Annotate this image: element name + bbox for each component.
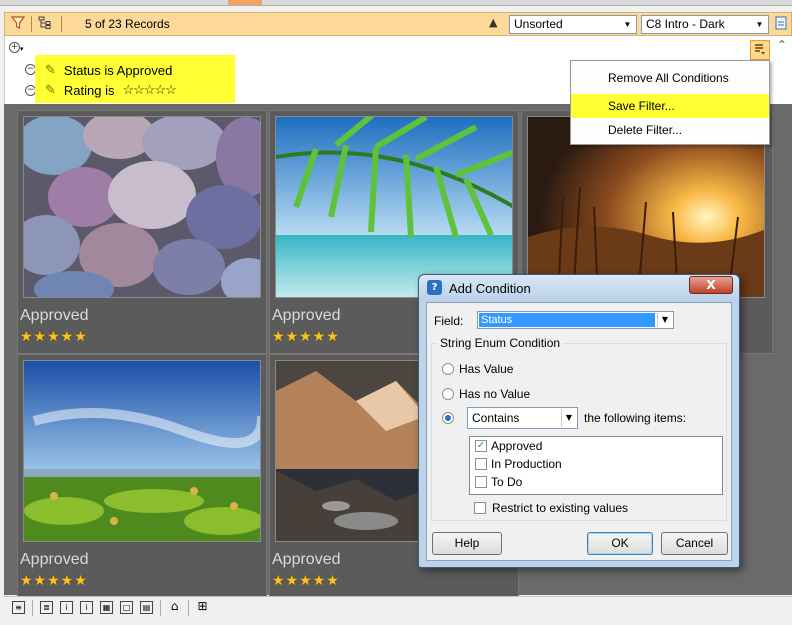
info-view-icon[interactable]: i: [60, 601, 73, 614]
chevron-down-icon: ▼: [620, 17, 635, 32]
match-mode-value: Contains: [472, 411, 520, 425]
item-checkbox-approved[interactable]: ✓: [475, 440, 487, 452]
item-label: To Do: [491, 475, 523, 489]
sort-dropdown[interactable]: Unsorted ▼: [509, 15, 637, 34]
add-condition-icon[interactable]: +: [9, 42, 20, 53]
basket-icon[interactable]: ⌂: [168, 600, 181, 614]
details-view-icon[interactable]: ≣: [40, 601, 53, 614]
field-dropdown-value: Status: [479, 313, 655, 327]
pebbles-image: [23, 116, 261, 298]
chevron-down-icon: ▼: [657, 313, 672, 327]
dialog-titlebar[interactable]: ? Add Condition X: [419, 275, 739, 301]
help-button[interactable]: Help: [432, 532, 502, 555]
field-label: Field:: [434, 314, 464, 328]
filter-toggle-button[interactable]: [8, 14, 28, 34]
filter-conditions: ✎ Status is Approved ✎ Rating is ☆☆☆☆☆: [35, 55, 235, 103]
list-view-icon[interactable]: ≡: [12, 601, 25, 614]
thumbnails-view-icon[interactable]: ▦: [100, 601, 113, 614]
item-label: In Production: [491, 457, 562, 471]
menu-item-remove-all-conditions[interactable]: Remove All Conditions: [571, 66, 769, 90]
sort-direction-icon[interactable]: ▲: [489, 16, 497, 29]
group-title: String Enum Condition: [437, 336, 564, 350]
table-view-icon[interactable]: ▤: [140, 601, 153, 614]
tree-icon: [38, 16, 52, 33]
gallery-card[interactable]: Approved ★★★★★: [17, 354, 267, 598]
view-switcher-bar: ≡ ≣ i i ▦ □ ▤ ⌂ ⊞: [4, 596, 792, 618]
single-view-icon[interactable]: □: [120, 601, 133, 614]
match-mode-dropdown[interactable]: Contains ▼: [467, 407, 578, 429]
menu-item-delete-filter[interactable]: Delete Filter...: [571, 118, 769, 142]
group-options-icon[interactable]: ⊞: [196, 600, 209, 614]
condition-label: Rating is: [63, 82, 115, 98]
toolbar-separator: [188, 600, 189, 616]
has-value-radio[interactable]: [442, 363, 454, 375]
has-no-value-label: Has no Value: [459, 387, 531, 401]
status-label: Approved: [272, 551, 341, 568]
field-dropdown[interactable]: Status ▼: [477, 311, 674, 329]
sort-dropdown-value: Unsorted: [514, 17, 563, 31]
toolbar-options-button[interactable]: [771, 14, 791, 34]
app-icon: ?: [427, 280, 442, 295]
condition-label: Status is Approved: [63, 62, 173, 78]
has-value-label: Has Value: [459, 362, 514, 376]
funnel-icon: [10, 15, 26, 33]
toolbar-separator: [31, 16, 32, 32]
restrict-label: Restrict to existing values: [492, 501, 629, 515]
contains-radio[interactable]: [442, 412, 454, 424]
list-icon: [754, 43, 766, 58]
following-items-label: the following items:: [584, 411, 687, 425]
add-condition-dialog: ? Add Condition X Field: Status ▼ String…: [418, 274, 740, 568]
condition-rating[interactable]: ✎ Rating is ☆☆☆☆☆: [45, 82, 177, 98]
restrict-checkbox[interactable]: [474, 502, 486, 514]
palm-beach-image: [275, 116, 513, 298]
chevron-down-icon: ▼: [752, 17, 767, 32]
items-checklist: ✓ Approved In Production To Do: [469, 436, 723, 495]
string-enum-condition-group: String Enum Condition Has Value Has no V…: [431, 336, 727, 521]
hierarchy-view-button[interactable]: [35, 14, 55, 34]
rating-stars: ★★★★★: [272, 573, 340, 589]
active-tab-accent: [228, 0, 262, 5]
theme-dropdown-value: C8 Intro - Dark: [646, 17, 725, 31]
dialog-title: Add Condition: [449, 281, 531, 296]
theme-dropdown[interactable]: C8 Intro - Dark ▼: [641, 15, 769, 34]
chevron-down-icon: ▾: [20, 45, 24, 53]
filter-menu-button[interactable]: [750, 40, 770, 60]
pencil-icon[interactable]: ✎: [45, 82, 56, 98]
collapse-icon[interactable]: ⌃: [777, 38, 787, 52]
item-checkbox-in-production[interactable]: [475, 458, 487, 470]
toolbar-separator: [61, 16, 62, 32]
rating-stars: ★★★★★: [20, 329, 88, 345]
info-panel-icon[interactable]: i: [80, 601, 93, 614]
records-toolbar: 5 of 23 Records ▲ Unsorted ▼ C8 Intro - …: [4, 12, 792, 36]
toolbar-separator: [32, 600, 33, 616]
status-label: Approved: [20, 307, 89, 324]
coastal-meadow-image: [23, 360, 261, 542]
menu-item-save-filter[interactable]: Save Filter...: [571, 94, 769, 118]
condition-status[interactable]: ✎ Status is Approved: [45, 62, 172, 78]
close-button[interactable]: X: [689, 276, 733, 294]
dialog-body: Field: Status ▼ String Enum Condition Ha…: [426, 302, 732, 561]
rating-stars: ★★★★★: [20, 573, 88, 589]
window-top-strip: [0, 0, 792, 6]
status-label: Approved: [20, 551, 89, 568]
toolbar-separator: [160, 600, 161, 616]
ok-button[interactable]: OK: [587, 532, 653, 555]
cancel-button[interactable]: Cancel: [661, 532, 728, 555]
record-count: 5 of 23 Records: [85, 17, 170, 31]
rating-stars: ★★★★★: [272, 329, 340, 345]
item-checkbox-to-do[interactable]: [475, 476, 487, 488]
has-no-value-radio[interactable]: [442, 388, 454, 400]
pencil-icon[interactable]: ✎: [45, 62, 56, 78]
window-icon: [775, 16, 787, 33]
item-label: Approved: [491, 439, 543, 453]
star-rating-icons: ☆☆☆☆☆: [122, 82, 176, 97]
gallery-card[interactable]: Approved ★★★★★: [17, 110, 267, 354]
filter-menu: Remove All Conditions Save Filter... Del…: [570, 60, 770, 145]
chevron-down-icon: ▼: [561, 409, 576, 427]
status-label: Approved: [272, 307, 341, 324]
